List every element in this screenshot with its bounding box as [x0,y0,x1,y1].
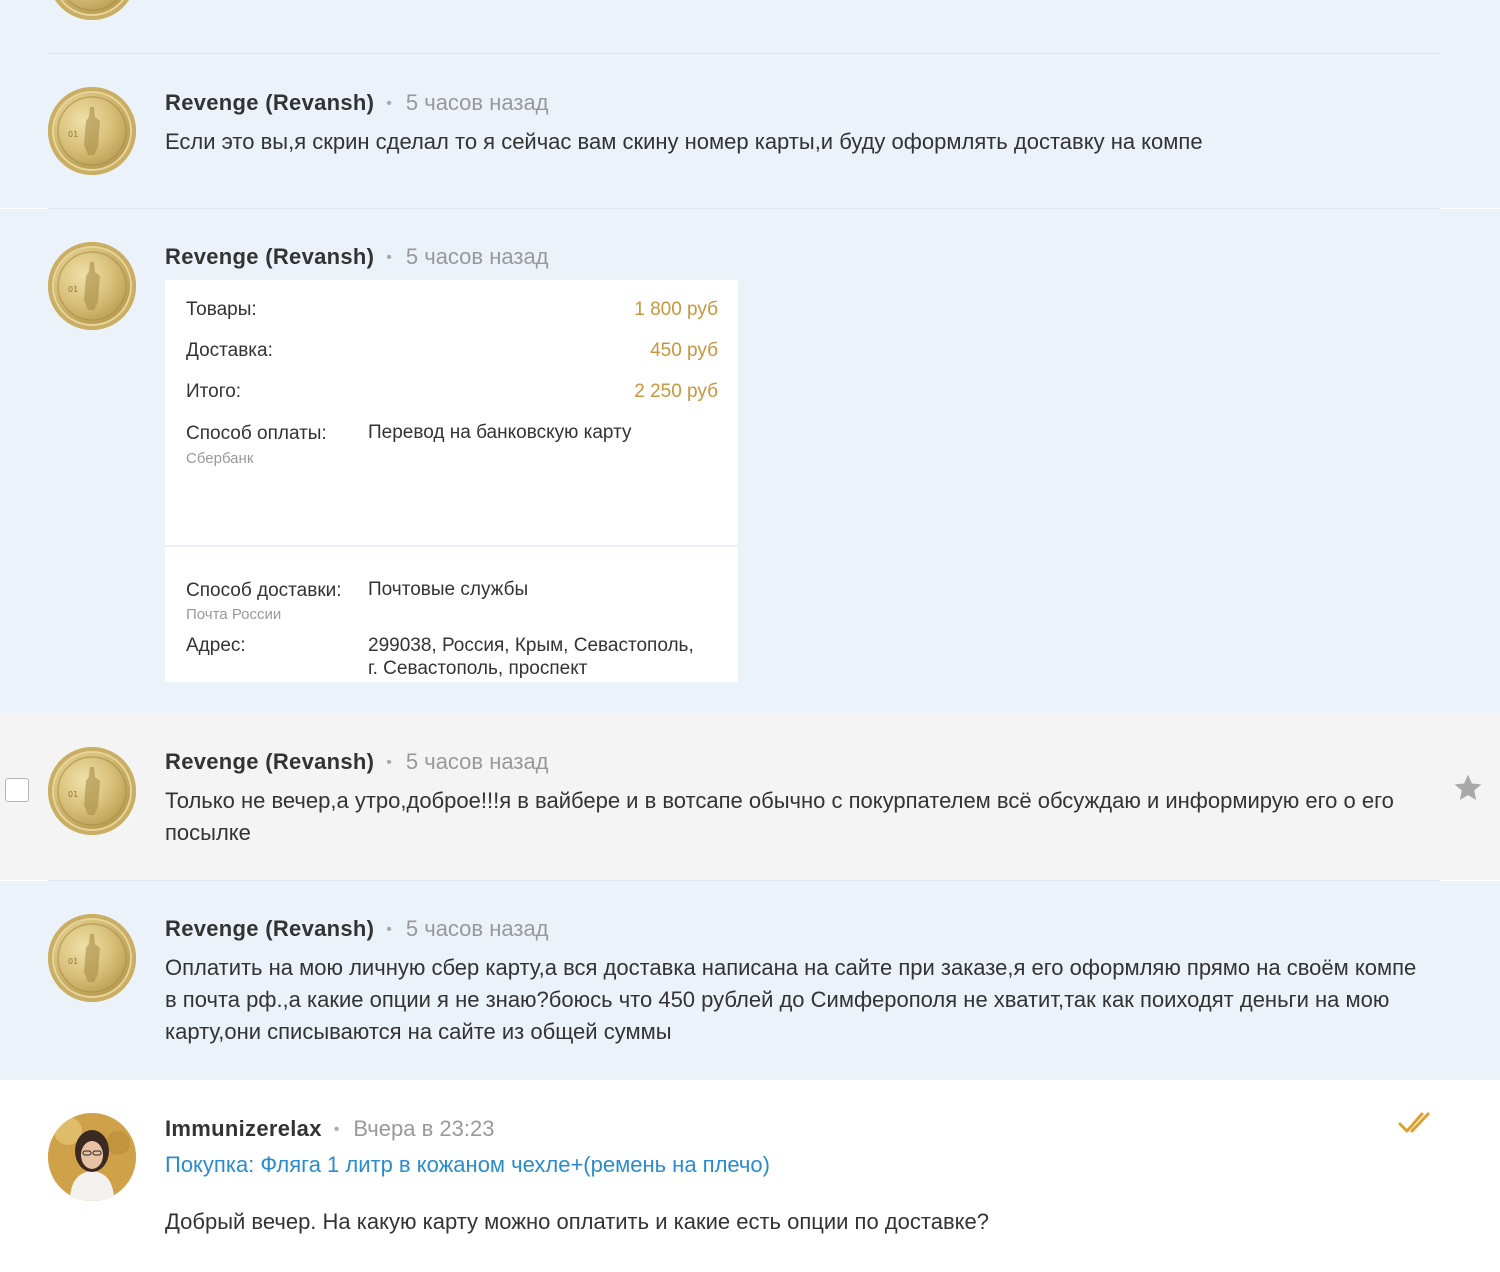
payment-label: Способ оплаты: [186,423,327,444]
payment-sub: Сбербанк [186,450,254,467]
shipping-value: Почтовые службы [368,579,529,600]
coin-icon: 01 [57,756,127,826]
card-divider [165,545,738,547]
total-label: Итого: [186,381,242,402]
author-name[interactable]: Revenge (Revansh) [165,90,374,115]
message-feed: 01 Revenge (Revansh) • 5 часов назад Если … [0,0,1500,1272]
message-time: 5 часов назад [405,916,549,941]
message-time: 5 часов назад [405,90,549,115]
avatar[interactable]: 01 [48,242,136,330]
select-checkbox[interactable] [5,778,29,802]
address-line-2: г. Севастополь, проспект [368,658,588,679]
separator-dot: • [333,1121,340,1138]
author-name[interactable]: Revenge (Revansh) [165,749,374,774]
message-text: Добрый вечер. На какую карту можно оплат… [165,1209,989,1234]
separator-dot: • [386,921,392,938]
svg-text:01: 01 [68,957,78,966]
message-header: Immunizerelax • Вчера в 23:23 [165,1116,494,1142]
svg-text:01: 01 [68,790,78,799]
author-name[interactable]: Revenge (Revansh) [165,244,374,269]
purchase-link[interactable]: Покупка: Фляга 1 литр в кожаном чехле+(р… [165,1152,770,1178]
address-label: Адрес: [186,635,246,656]
message-text: Только не вечер,а утро,доброе!!!я в вайб… [165,788,1394,845]
double-check-icon [1398,1112,1430,1133]
payment-value: Перевод на банковскую карту [368,422,632,443]
message-text: Оплатить на мою личную сбер карту,а вся … [165,955,1417,1044]
shipping-sub: Почта России [186,606,282,623]
svg-text:01: 01 [68,285,78,294]
order-screenshot-card: Товары: 1 800 руб Доставка: 450 руб Итог… [165,280,738,682]
separator-dot: • [386,754,392,771]
delivery-value: 450 руб [650,340,718,361]
coin-icon: 01 [57,923,127,993]
message-header: Revenge (Revansh) • 5 часов назад [165,916,549,942]
total-value: 2 250 руб [634,381,718,402]
delivery-label: Доставка: [186,340,273,361]
coin-icon: 01 [57,251,127,321]
message-header: Revenge (Revansh) • 5 часов назад [165,244,549,270]
address-line-1: 299038, Россия, Крым, Севастополь, [368,635,694,656]
separator-dot: • [386,249,392,266]
goods-label: Товары: [186,299,257,320]
avatar[interactable]: 01 [48,87,136,175]
avatar[interactable]: 01 [48,914,136,1002]
message-header: Revenge (Revansh) • 5 часов назад [165,749,549,775]
message-time: 5 часов назад [405,244,549,269]
star-icon[interactable] [1452,772,1484,804]
message-text: Если это вы,я скрин сделал то я сейчас в… [165,129,1203,154]
user-photo-icon [48,1113,136,1201]
message-header: Revenge (Revansh) • 5 часов назад [165,90,549,116]
avatar[interactable]: 01 [48,747,136,835]
divider [48,53,1440,54]
message-time: 5 часов назад [405,749,549,774]
author-name[interactable]: Revenge (Revansh) [165,916,374,941]
shipping-label: Способ доставки: [186,580,342,601]
author-name[interactable]: Immunizerelax [165,1116,322,1141]
goods-value: 1 800 руб [634,299,718,320]
separator-dot: • [386,95,392,112]
svg-text:01: 01 [68,130,78,139]
message-time: Вчера в 23:23 [353,1116,495,1141]
avatar[interactable] [48,1113,136,1201]
coin-icon: 01 [57,96,127,166]
